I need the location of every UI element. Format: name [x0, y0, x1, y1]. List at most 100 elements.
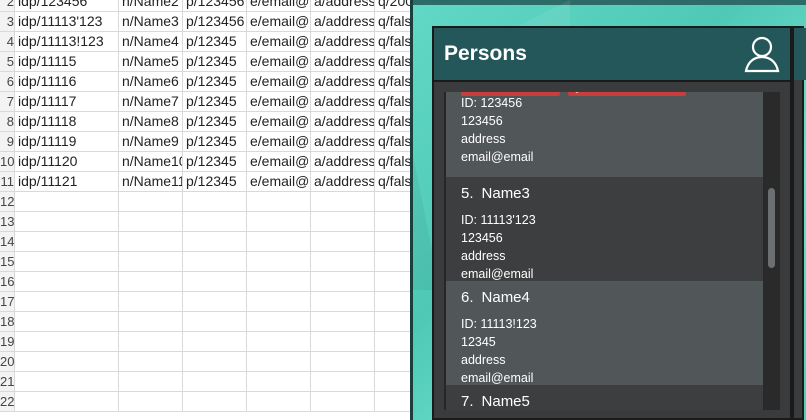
sheet-cell[interactable]	[310, 252, 374, 271]
sheet-cell[interactable]: idp/11115	[14, 52, 118, 71]
sheet-cell[interactable]: p/12345	[182, 112, 246, 131]
sheet-cell[interactable]	[118, 392, 182, 411]
sheet-cell[interactable]	[118, 312, 182, 331]
sheet-cell[interactable]	[246, 332, 310, 351]
sheet-cell[interactable]: n/Name8	[118, 112, 182, 131]
sheet-cell[interactable]	[118, 192, 182, 211]
scrollbar[interactable]	[763, 92, 780, 410]
sheet-cell[interactable]: idp/11117	[14, 92, 118, 111]
sheet-cell[interactable]	[246, 292, 310, 311]
sheet-cell[interactable]: p/123456	[182, 12, 246, 31]
sheet-cell[interactable]	[14, 392, 118, 411]
sheet-cell[interactable]: p/123456	[182, 0, 246, 11]
sheet-cell[interactable]: p/12345	[182, 52, 246, 71]
sheet-cell[interactable]: a/address	[310, 12, 374, 31]
sheet-cell[interactable]	[118, 232, 182, 251]
row-number[interactable]: 6	[0, 72, 14, 91]
sheet-cell[interactable]: e/email@	[246, 112, 310, 131]
sheet-cell[interactable]: e/email@	[246, 32, 310, 51]
sheet-cell[interactable]: e/email@	[246, 72, 310, 91]
row-number[interactable]: 12	[0, 192, 14, 211]
row-number[interactable]: 18	[0, 312, 14, 331]
sheet-cell[interactable]	[182, 312, 246, 331]
row-number[interactable]: 17	[0, 292, 14, 311]
sheet-cell[interactable]	[246, 312, 310, 331]
row-number[interactable]: 8	[0, 112, 14, 131]
sheet-cell[interactable]: idp/11113!123	[14, 32, 118, 51]
row-number[interactable]: 15	[0, 252, 14, 271]
sheet-cell[interactable]	[14, 232, 118, 251]
sheet-cell[interactable]	[14, 312, 118, 331]
sheet-cell[interactable]	[310, 372, 374, 391]
sheet-cell[interactable]: n/Name5	[118, 52, 182, 71]
sheet-cell[interactable]: idp/11118	[14, 112, 118, 131]
sheet-cell[interactable]	[182, 372, 246, 391]
sheet-cell[interactable]: a/address	[310, 32, 374, 51]
row-number[interactable]: 21	[0, 372, 14, 391]
sheet-cell[interactable]: e/email@	[246, 92, 310, 111]
sheet-cell[interactable]	[14, 192, 118, 211]
sheet-cell[interactable]: a/address	[310, 92, 374, 111]
sheet-cell[interactable]: n/Name7	[118, 92, 182, 111]
sheet-cell[interactable]	[14, 352, 118, 371]
person-card[interactable]: 6. Name4 ID: 11113!123 12345 address email@em…	[446, 281, 763, 385]
row-number[interactable]: 13	[0, 212, 14, 231]
sheet-cell[interactable]	[310, 212, 374, 231]
row-number[interactable]: 3	[0, 12, 14, 31]
sheet-cell[interactable]	[14, 212, 118, 231]
sheet-cell[interactable]: a/address	[310, 72, 374, 91]
row-number[interactable]: 10	[0, 152, 14, 171]
sheet-cell[interactable]: a/address	[310, 152, 374, 171]
sheet-cell[interactable]: n/Name6	[118, 72, 182, 91]
sheet-cell[interactable]: e/email@	[246, 132, 310, 151]
sheet-cell[interactable]: e/email@	[246, 52, 310, 71]
sheet-cell[interactable]: e/email@	[246, 152, 310, 171]
person-card[interactable]: 5. Name3 ID: 11113'123 123456 address email@e…	[446, 177, 763, 281]
sheet-cell[interactable]: idp/11113'123	[14, 12, 118, 31]
sheet-cell[interactable]: a/address	[310, 112, 374, 131]
sheet-cell[interactable]	[14, 272, 118, 291]
sheet-cell[interactable]: p/12345	[182, 72, 246, 91]
sheet-cell[interactable]: a/address	[310, 132, 374, 151]
sheet-cell[interactable]	[310, 272, 374, 291]
sheet-cell[interactable]: n/Name3	[118, 12, 182, 31]
sheet-cell[interactable]	[118, 332, 182, 351]
sheet-cell[interactable]	[310, 232, 374, 251]
sheet-cell[interactable]	[182, 332, 246, 351]
sheet-cell[interactable]: idp/11116	[14, 72, 118, 91]
sheet-cell[interactable]: idp/123456	[14, 0, 118, 11]
sheet-cell[interactable]: p/12345	[182, 132, 246, 151]
sheet-cell[interactable]: e/email@	[246, 172, 310, 191]
sheet-cell[interactable]: n/Name10	[118, 152, 182, 171]
sheet-cell[interactable]	[246, 212, 310, 231]
sheet-cell[interactable]	[310, 392, 374, 411]
row-number[interactable]: 7	[0, 92, 14, 111]
sheet-cell[interactable]: idp/11119	[14, 132, 118, 151]
sheet-cell[interactable]	[118, 272, 182, 291]
row-number[interactable]: 14	[0, 232, 14, 251]
sheet-cell[interactable]	[182, 292, 246, 311]
sheet-cell[interactable]	[246, 352, 310, 371]
sheet-cell[interactable]	[14, 332, 118, 351]
sheet-cell[interactable]	[246, 232, 310, 251]
sheet-cell[interactable]: n/Name9	[118, 132, 182, 151]
sheet-cell[interactable]: p/12345	[182, 152, 246, 171]
person-card[interactable]: Infected: 1 Jan 2000Quarantined: 1 Jan 2…	[446, 92, 763, 177]
sheet-cell[interactable]	[246, 192, 310, 211]
sheet-cell[interactable]	[246, 372, 310, 391]
sheet-cell[interactable]: e/email@	[246, 0, 310, 11]
sheet-cell[interactable]	[310, 352, 374, 371]
sheet-cell[interactable]: idp/11121	[14, 172, 118, 191]
sheet-cell[interactable]	[182, 252, 246, 271]
sheet-cell[interactable]: p/12345	[182, 172, 246, 191]
row-number[interactable]: 19	[0, 332, 14, 351]
sheet-cell[interactable]	[182, 192, 246, 211]
row-number[interactable]: 22	[0, 392, 14, 411]
sheet-cell[interactable]	[182, 232, 246, 251]
sheet-cell[interactable]	[182, 352, 246, 371]
person-list[interactable]: 7. Name5 6. Name4 ID: 11113!123 12345 address e…	[444, 92, 780, 410]
sheet-cell[interactable]	[310, 312, 374, 331]
sheet-cell[interactable]	[182, 392, 246, 411]
sheet-cell[interactable]	[14, 372, 118, 391]
row-number[interactable]: 11	[0, 172, 14, 191]
